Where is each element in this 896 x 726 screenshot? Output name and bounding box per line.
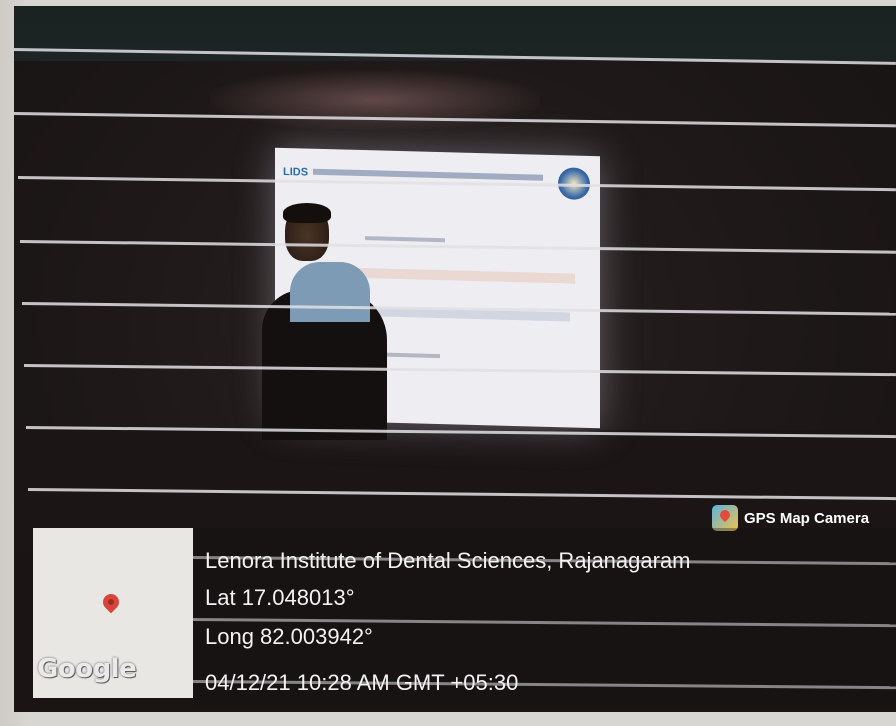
map-thumbnail: Google [33, 528, 193, 698]
slide-title [345, 267, 575, 284]
slide-institute-heading [313, 168, 543, 181]
slide-logo: LIDS [283, 165, 309, 179]
location-name: Lenora Institute of Dental Sciences, Raj… [205, 548, 691, 573]
presenter-shirt [290, 262, 370, 322]
datetime-text: 04/12/21 10:28 AM GMT +05:30 [205, 670, 519, 695]
pin-icon [717, 507, 733, 523]
google-logo: Google [37, 654, 137, 684]
presenter-hair [283, 203, 331, 223]
pin-dot [106, 597, 116, 607]
location-info-panel: Lenora Institute of Dental Sciences, Raj… [193, 528, 896, 708]
longitude-text: Long 82.003942° [205, 624, 373, 649]
latitude-text: Lat 17.048013° [205, 585, 355, 610]
slide-subtitle [365, 236, 445, 243]
gps-badge-label: GPS Map Camera [744, 509, 870, 527]
location-pin-icon [99, 590, 123, 614]
